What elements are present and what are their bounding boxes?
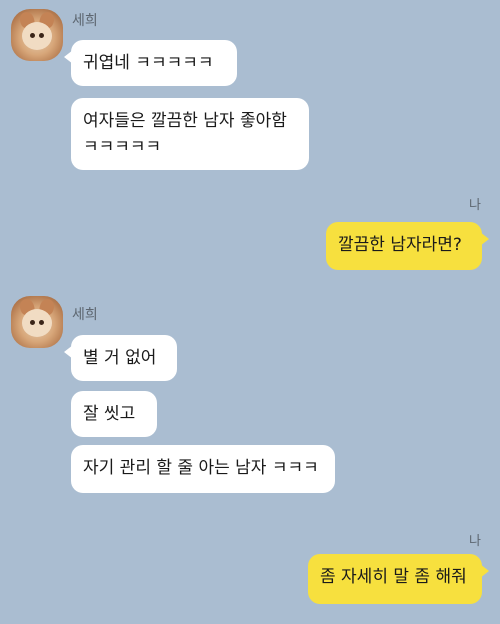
message-text: 귀엽네 ㅋㅋㅋㅋㅋ <box>83 53 214 73</box>
message-bubble[interactable]: 여자들은 깔끔한 남자 좋아함 ㅋㅋㅋㅋㅋ <box>71 98 309 170</box>
hamster-avatar-icon[interactable] <box>11 296 63 348</box>
message-text: 좀 자세히 말 좀 해줘 <box>320 567 467 587</box>
message-text: ㅋㅋㅋㅋㅋ <box>83 137 162 157</box>
my-message-bubble[interactable]: 깔끔한 남자라면? <box>326 222 489 270</box>
my-label: 나 <box>469 534 481 549</box>
message-bubble[interactable]: 자기 관리 할 줄 아는 남자 ㅋㅋㅋ <box>71 445 335 493</box>
message-bubble[interactable]: 별 거 없어 <box>64 335 177 381</box>
message-text: 별 거 없어 <box>83 348 157 368</box>
message-bubble[interactable]: 잘 씻고 <box>71 391 157 437</box>
my-label: 나 <box>469 198 481 213</box>
hamster-avatar-icon[interactable] <box>11 9 63 61</box>
chat-room: 세희 귀엽네 ㅋㅋㅋㅋㅋ 여자들은 깔끔한 남자 좋아함 ㅋㅋㅋㅋㅋ 나 깔끔한… <box>0 0 500 624</box>
message-text: 깔끔한 남자라면? <box>338 235 462 255</box>
my-message-bubble[interactable]: 좀 자세히 말 좀 해줘 <box>308 554 489 604</box>
sender-name: 세희 <box>72 13 98 29</box>
message-bubble[interactable]: 귀엽네 ㅋㅋㅋㅋㅋ <box>64 40 237 86</box>
sender-name: 세희 <box>72 307 98 323</box>
message-text: 여자들은 깔끔한 남자 좋아함 <box>83 111 287 131</box>
message-text: 잘 씻고 <box>83 404 136 424</box>
message-text: 자기 관리 할 줄 아는 남자 ㅋㅋㅋ <box>83 458 319 478</box>
